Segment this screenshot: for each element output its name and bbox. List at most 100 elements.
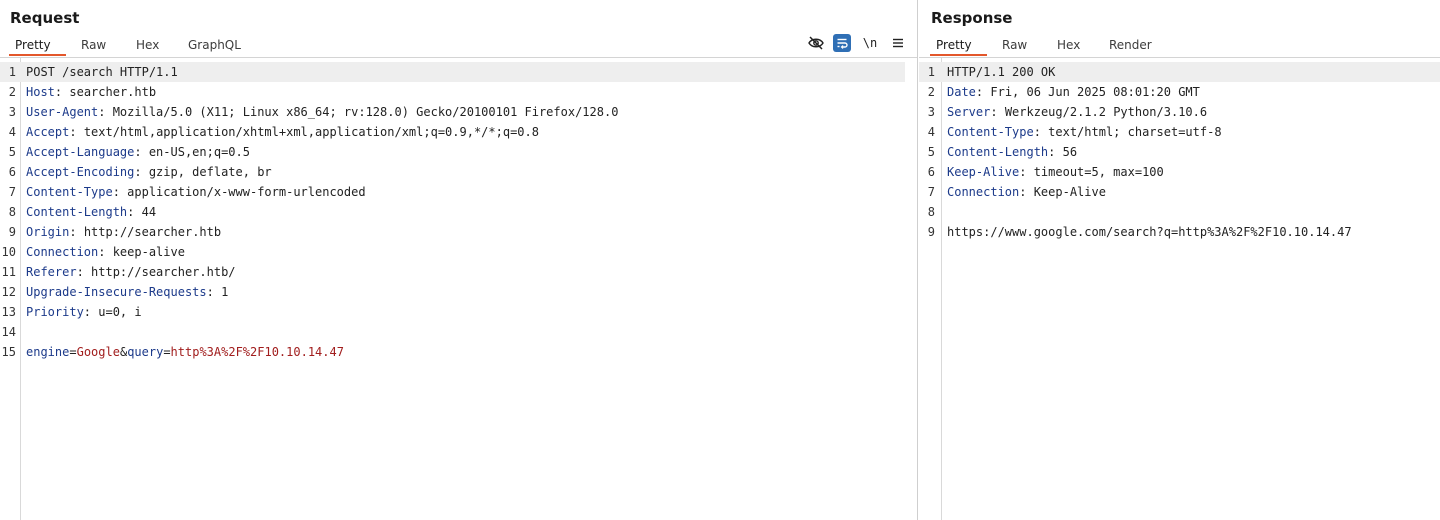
code-line: 2 Host: searcher.htb <box>0 82 917 102</box>
param-name: query <box>127 345 164 359</box>
header-value: http://searcher.htb <box>76 225 222 239</box>
line-content: Origin: http://searcher.htb <box>26 222 221 242</box>
header-value: Keep-Alive <box>1026 185 1106 199</box>
line-content: Accept-Encoding: gzip, deflate, br <box>26 162 272 182</box>
http-message-editor: Request Pretty Raw Hex GraphQL \n 1 POST… <box>0 0 1440 520</box>
header-name: Accept-Encoding <box>26 165 135 179</box>
response-pane: Response Pretty Raw Hex Render 1 HTTP/1.1… <box>919 0 1440 520</box>
line-text: POST /search HTTP/1.1 <box>26 65 178 79</box>
param-name: engine <box>26 345 70 359</box>
request-lines: 1 POST /search HTTP/1.1 2 Host: searcher.ht… <box>0 62 917 362</box>
header-value: gzip, deflate, br <box>141 165 272 179</box>
tab-pretty[interactable]: Pretty <box>9 36 66 56</box>
tab-render[interactable]: Render <box>1103 36 1158 56</box>
line-number: 15 <box>1 345 16 359</box>
line-number: 4 <box>8 125 16 139</box>
tab-raw[interactable]: Raw <box>75 36 112 56</box>
code-line: 1 POST /search HTTP/1.1 <box>0 62 905 82</box>
code-line: 13 Priority: u=0, i <box>0 302 917 322</box>
header-name: Keep-Alive <box>947 165 1020 179</box>
line-number: 10 <box>1 245 16 259</box>
param-equals: = <box>69 345 77 359</box>
header-value: 44 <box>134 205 157 219</box>
code-line: 5 Content-Length: 56 <box>919 142 1440 162</box>
line-number: 4 <box>927 125 935 139</box>
response-title: Response <box>931 9 1013 27</box>
line-number: 9 <box>927 225 935 239</box>
line-content: Content-Length: 44 <box>26 202 156 222</box>
header-value: u=0, i <box>91 305 142 319</box>
request-tabs: Pretty Raw Hex GraphQL <box>0 36 917 58</box>
line-content: Content-Length: 56 <box>947 142 1077 162</box>
header-name: Upgrade-Insecure-Requests <box>26 285 207 299</box>
line-content: POST /search HTTP/1.1 <box>26 62 178 82</box>
code-line: 4 Accept: text/html,application/xhtml+xml… <box>0 122 917 142</box>
line-content: Upgrade-Insecure-Requests: 1 <box>26 282 228 302</box>
param-equals: = <box>163 345 171 359</box>
line-number: 6 <box>8 165 16 179</box>
line-content: Host: searcher.htb <box>26 82 156 102</box>
header-name: Content-Type <box>947 125 1034 139</box>
header-value: Mozilla/5.0 (X11; Linux x86_64; rv:128.0… <box>105 105 619 119</box>
request-toolbar: \n <box>807 34 907 54</box>
response-tabs: Pretty Raw Hex Render <box>919 36 1440 58</box>
request-editor[interactable]: 1 POST /search HTTP/1.1 2 Host: searcher.ht… <box>0 58 917 520</box>
header-separator: : <box>134 165 142 179</box>
header-separator: : <box>990 105 998 119</box>
line-number: 8 <box>8 205 16 219</box>
header-value: http://searcher.htb/ <box>83 265 236 279</box>
code-line: 9 Origin: http://searcher.htb <box>0 222 917 242</box>
header-separator: : <box>206 285 214 299</box>
line-number: 13 <box>1 305 16 319</box>
line-number: 6 <box>927 165 935 179</box>
header-value: text/html,application/xhtml+xml,applicat… <box>76 125 539 139</box>
code-line: 15 engine=Google&query=http%3A%2F%2F10.10… <box>0 342 917 362</box>
tab-hex[interactable]: Hex <box>130 36 165 56</box>
header-value: Fri, 06 Jun 2025 08:01:20 GMT <box>983 85 1200 99</box>
header-name: Connection <box>947 185 1020 199</box>
header-name: Content-Type <box>26 185 113 199</box>
line-number: 3 <box>927 105 935 119</box>
wrap-lines-icon[interactable] <box>833 34 851 52</box>
line-content: Referer: http://searcher.htb/ <box>26 262 236 282</box>
response-editor[interactable]: 1 HTTP/1.1 200 OK 2 Date: Fri, 06 Jun 2025 … <box>919 58 1440 520</box>
header-separator: : <box>83 305 92 319</box>
code-line: 2 Date: Fri, 06 Jun 2025 08:01:20 GMT <box>919 82 1440 102</box>
line-number: 1 <box>927 65 935 79</box>
line-number: 5 <box>8 145 16 159</box>
header-name: Origin <box>26 225 70 239</box>
request-title: Request <box>10 9 80 27</box>
line-number: 8 <box>927 205 935 219</box>
line-content: Priority: u=0, i <box>26 302 142 322</box>
tab-hex[interactable]: Hex <box>1051 36 1086 56</box>
tab-graphql[interactable]: GraphQL <box>182 36 247 56</box>
header-value: keep-alive <box>105 245 185 259</box>
line-content: engine=Google&query=http%3A%2F%2F10.10.1… <box>26 342 344 362</box>
eye-off-icon[interactable] <box>807 34 825 52</box>
line-number: 9 <box>8 225 16 239</box>
header-value: Werkzeug/2.1.2 Python/3.10.6 <box>997 105 1208 119</box>
header-name: Referer <box>26 265 77 279</box>
header-separator: : <box>69 225 77 239</box>
header-value: text/html; charset=utf-8 <box>1040 125 1222 139</box>
header-name: Content-Length <box>26 205 128 219</box>
line-text: https://www.google.com/search?q=http%3A%… <box>947 225 1352 239</box>
newline-toggle-button[interactable]: \n <box>861 34 879 52</box>
header-value: 56 <box>1055 145 1078 159</box>
code-line: 12 Upgrade-Insecure-Requests: 1 <box>0 282 917 302</box>
code-line: 8 Content-Length: 44 <box>0 202 917 222</box>
code-line: 7 Connection: Keep-Alive <box>919 182 1440 202</box>
header-name: User-Agent <box>26 105 99 119</box>
line-number: 7 <box>8 185 16 199</box>
line-content: Connection: Keep-Alive <box>947 182 1106 202</box>
header-separator: : <box>112 185 120 199</box>
code-line: 3 Server: Werkzeug/2.1.2 Python/3.10.6 <box>919 102 1440 122</box>
line-content: Accept-Language: en-US,en;q=0.5 <box>26 142 250 162</box>
tab-pretty[interactable]: Pretty <box>930 36 987 56</box>
line-text: HTTP/1.1 200 OK <box>947 65 1056 79</box>
code-line: 5 Accept-Language: en-US,en;q=0.5 <box>0 142 917 162</box>
tab-raw[interactable]: Raw <box>996 36 1033 56</box>
line-number: 1 <box>8 65 16 79</box>
hamburger-menu-icon[interactable] <box>889 34 907 52</box>
header-separator: : <box>76 265 84 279</box>
